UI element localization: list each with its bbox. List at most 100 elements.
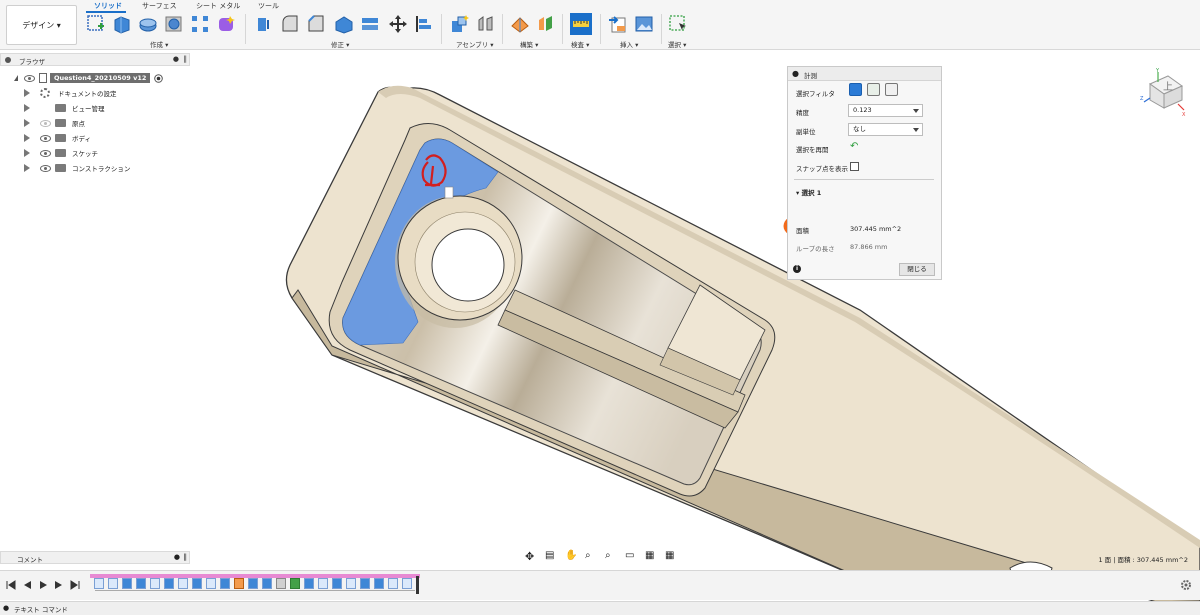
timeline-feature[interactable] — [262, 578, 272, 589]
activate-radio-icon[interactable] — [154, 73, 164, 83]
tab-surface[interactable]: サーフェス — [142, 1, 177, 11]
timeline-feature[interactable] — [402, 578, 412, 589]
new-component-icon[interactable] — [450, 14, 470, 34]
collapsed-triangle-icon[interactable] — [24, 89, 30, 97]
browser-item-sketches[interactable]: スケッチ — [24, 147, 98, 159]
collapse-icon[interactable]: ● — [3, 604, 9, 612]
collapsed-triangle-icon[interactable] — [24, 134, 30, 142]
browser-item-construction[interactable]: コンストラクション — [24, 162, 130, 174]
assemble-group-label[interactable]: アセンブリ ▾ — [456, 39, 494, 49]
timeline-feature[interactable] — [388, 578, 398, 589]
snap-checkbox[interactable] — [850, 162, 859, 171]
extrude-icon[interactable] — [112, 14, 132, 34]
timeline-feature[interactable] — [122, 578, 132, 589]
expand-panel-icon[interactable]: ‖ — [184, 553, 188, 561]
combine-icon[interactable] — [360, 14, 380, 34]
zoom-icon[interactable]: ⌕ — [585, 550, 601, 564]
restart-arrow-icon[interactable]: ↶ — [850, 141, 858, 152]
timeline-feature[interactable] — [220, 578, 230, 589]
timeline-feature[interactable] — [374, 578, 384, 589]
pattern-icon[interactable] — [190, 14, 210, 34]
tab-solid[interactable]: ソリッド — [94, 1, 122, 11]
timeline-feature[interactable] — [150, 578, 160, 589]
timeline-feature[interactable] — [234, 578, 244, 589]
select-icon[interactable] — [668, 14, 688, 34]
construct-group-label[interactable]: 構築 ▾ — [520, 39, 538, 49]
collapsed-triangle-icon[interactable] — [24, 104, 30, 112]
timeline-feature[interactable] — [206, 578, 216, 589]
timeline-feature[interactable] — [178, 578, 188, 589]
settings-gear-icon[interactable] — [1180, 579, 1192, 591]
info-icon[interactable]: i — [793, 265, 801, 273]
revolve-icon[interactable] — [138, 14, 158, 34]
display-settings-icon[interactable]: ▭ — [625, 550, 641, 564]
browser-item-bodies[interactable]: ボディ — [24, 132, 91, 144]
timeline-feature[interactable] — [276, 578, 286, 589]
modify-group-label[interactable]: 修正 ▾ — [331, 39, 349, 49]
timeline-feature[interactable] — [304, 578, 314, 589]
collapsed-triangle-icon[interactable] — [24, 149, 30, 157]
timeline-feature[interactable] — [136, 578, 146, 589]
move-icon[interactable] — [388, 14, 408, 34]
joint-icon[interactable] — [476, 14, 496, 34]
tab-tools[interactable]: ツール — [258, 1, 279, 11]
timeline-feature[interactable] — [318, 578, 328, 589]
measure-dialog-header[interactable]: ● 計測 — [788, 67, 941, 81]
hidden-eye-icon[interactable] — [40, 119, 51, 127]
viewports-icon[interactable]: ▦ — [665, 550, 681, 564]
select-group-label[interactable]: 選択 ▾ — [668, 39, 686, 49]
collapse-dialog-icon[interactable]: ● — [792, 69, 799, 78]
workspace-switcher-button[interactable]: デザイン ▾ — [6, 5, 77, 45]
precision-dropdown[interactable]: 0.123 — [848, 104, 923, 117]
measure-icon[interactable] — [570, 13, 592, 35]
tab-sheet-metal[interactable]: シート メタル — [196, 1, 240, 11]
orbit-icon[interactable]: ✥ — [525, 550, 541, 564]
browser-item-document-settings[interactable]: ドキュメントの設定 — [24, 87, 117, 99]
root-component-name[interactable]: Question4_20210509 v12 — [50, 73, 151, 83]
timeline-play-icon[interactable] — [38, 580, 48, 590]
timeline-feature[interactable] — [290, 578, 300, 589]
filter-body-icon[interactable] — [867, 83, 880, 96]
timeline-marker[interactable] — [416, 576, 419, 594]
timeline-feature[interactable] — [332, 578, 342, 589]
offset-plane-icon[interactable] — [510, 14, 530, 34]
pan-hand-icon[interactable]: ✋ — [565, 550, 581, 564]
collapsed-triangle-icon[interactable] — [24, 164, 30, 172]
pin-icon[interactable]: ● — [173, 55, 179, 63]
insert-canvas-icon[interactable] — [634, 14, 654, 34]
press-pull-icon[interactable] — [254, 14, 274, 34]
timeline-last-icon[interactable] — [70, 580, 80, 590]
visibility-eye-icon[interactable] — [40, 134, 51, 142]
timeline-next-icon[interactable] — [54, 580, 64, 590]
visibility-eye-icon[interactable] — [24, 74, 35, 82]
create-sketch-icon[interactable] — [86, 14, 106, 34]
collapse-icon[interactable] — [5, 57, 11, 63]
close-button[interactable]: 閉じる — [899, 263, 935, 276]
selection-1-header[interactable]: ▾ 選択 1 — [796, 187, 821, 197]
timeline-feature[interactable] — [248, 578, 258, 589]
look-at-icon[interactable]: ▤ — [545, 550, 561, 564]
model-viewport[interactable] — [0, 0, 1200, 615]
comments-panel-header[interactable]: コメント ● ‖ — [0, 551, 190, 564]
grid-settings-icon[interactable]: ▦ — [645, 550, 661, 564]
fit-icon[interactable]: ⌕ — [605, 550, 621, 564]
expanded-triangle-icon[interactable] — [10, 75, 18, 81]
shell-icon[interactable] — [334, 14, 354, 34]
text-command-bar[interactable]: ● テキスト コマンド — [0, 601, 1200, 615]
fillet-icon[interactable] — [280, 14, 300, 34]
midplane-icon[interactable] — [536, 14, 556, 34]
add-comment-icon[interactable]: ● — [174, 553, 180, 561]
timeline-feature[interactable] — [346, 578, 356, 589]
timeline-feature[interactable] — [192, 578, 202, 589]
browser-item-origin[interactable]: 原点 — [24, 117, 85, 129]
inspect-group-label[interactable]: 検査 ▾ — [571, 39, 589, 49]
filter-component-icon[interactable] — [885, 83, 898, 96]
align-icon[interactable] — [414, 14, 434, 34]
collapsed-triangle-icon[interactable] — [24, 119, 30, 127]
expand-panel-icon[interactable]: ‖ — [184, 55, 188, 63]
subunit-dropdown[interactable]: なし — [848, 123, 923, 136]
viewcube[interactable]: 上 Y Z X — [1140, 66, 1188, 116]
timeline-feature[interactable] — [108, 578, 118, 589]
filter-face-icon[interactable] — [849, 83, 862, 96]
timeline-feature[interactable] — [360, 578, 370, 589]
